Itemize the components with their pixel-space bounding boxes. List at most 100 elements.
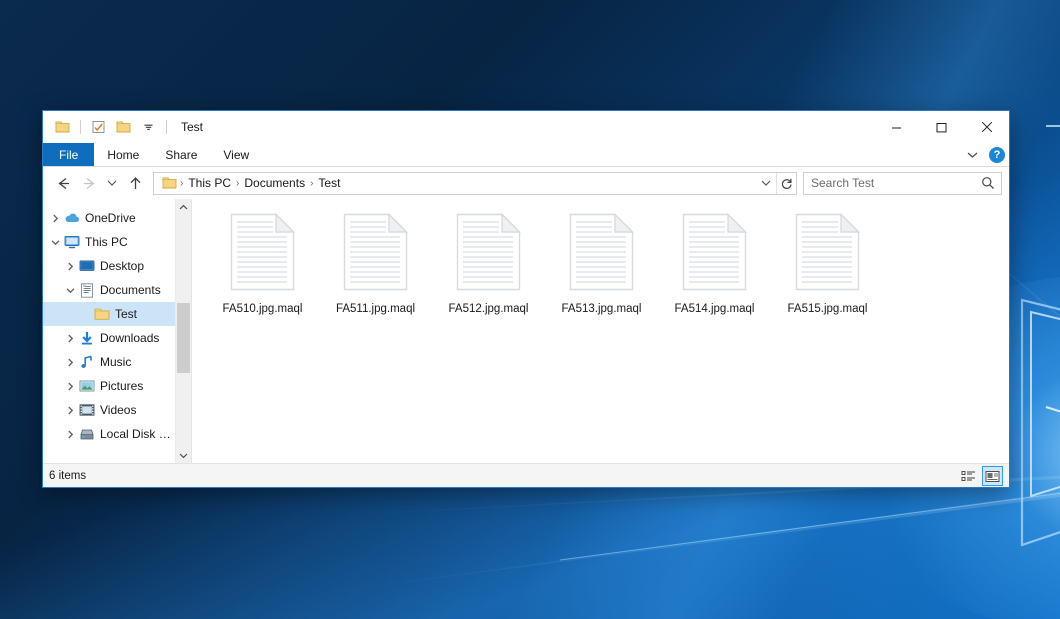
navigation-scrollbar[interactable] (175, 199, 191, 463)
chevron-right-icon[interactable] (62, 374, 78, 398)
search-box[interactable] (803, 172, 1002, 195)
chevron-right-icon[interactable] (62, 398, 78, 422)
pictures-icon (78, 378, 96, 394)
file-item[interactable]: FA510.jpg.maql (206, 209, 319, 331)
file-item[interactable]: FA514.jpg.maql (658, 209, 771, 331)
chevron-right-icon[interactable] (47, 206, 63, 230)
generic-document-icon (682, 213, 747, 296)
drive-icon (78, 426, 96, 442)
breadcrumb-documents[interactable]: Documents (240, 176, 309, 190)
sidebar-item-label: Pictures (100, 379, 143, 393)
recent-locations-button[interactable] (102, 170, 122, 196)
sidebar-item-pictures[interactable]: Pictures (43, 374, 175, 398)
tab-home[interactable]: Home (94, 143, 152, 166)
scroll-up-chevron-up-icon[interactable] (176, 199, 191, 215)
file-item[interactable]: FA511.jpg.maql (319, 209, 432, 331)
download-icon (78, 330, 96, 346)
sidebar-item-label: Desktop (100, 259, 144, 273)
file-item[interactable]: FA512.jpg.maql (432, 209, 545, 331)
status-bar: 6 items (43, 463, 1009, 487)
breadcrumb-test[interactable]: Test (314, 176, 344, 190)
file-name-label: FA511.jpg.maql (336, 303, 415, 315)
file-name-label: FA514.jpg.maql (675, 303, 755, 315)
qat-separator (80, 120, 81, 134)
qat-separator-2 (166, 120, 167, 134)
maximize-button[interactable] (919, 111, 964, 143)
file-item[interactable]: FA513.jpg.maql (545, 209, 658, 331)
help-icon[interactable]: ? (989, 147, 1005, 163)
forward-button[interactable] (76, 170, 102, 196)
sidebar-item-label: Videos (100, 403, 136, 417)
sidebar-item-videos[interactable]: Videos (43, 398, 175, 422)
sidebar-item-this-pc[interactable]: This PC (43, 230, 175, 254)
item-count-label: 6 items (49, 470, 86, 482)
close-button[interactable] (964, 111, 1009, 143)
generic-document-glyph (569, 213, 634, 291)
file-name-label: FA510.jpg.maql (223, 303, 303, 315)
large-icons-view-button[interactable] (982, 466, 1003, 486)
sidebar-item-label: Documents (100, 283, 161, 297)
tab-share[interactable]: Share (152, 143, 210, 166)
explorer-body: OneDrive This PC Desktop Documents Test Downl… (43, 199, 1009, 463)
tab-file[interactable]: File (43, 143, 94, 166)
back-button[interactable] (50, 170, 76, 196)
file-item[interactable]: FA515.jpg.maql (771, 209, 884, 331)
document-icon (78, 282, 96, 298)
title-bar: Test (43, 111, 1009, 143)
window-title: Test (181, 120, 203, 134)
chevron-right-icon[interactable] (62, 350, 78, 374)
scrollbar-track[interactable] (176, 215, 191, 447)
sidebar-item-label: Downloads (100, 331, 159, 345)
chevron-placeholder (77, 302, 93, 326)
generic-document-icon (230, 213, 295, 296)
ribbon-right-controls: ? (961, 143, 1005, 167)
address-dropdown-chevron-down-icon[interactable] (756, 173, 776, 194)
sidebar-item-onedrive[interactable]: OneDrive (43, 206, 175, 230)
ribbon-expand-chevron-down-icon[interactable] (961, 151, 983, 159)
file-name-label: FA513.jpg.maql (562, 303, 642, 315)
sidebar-item-local-disk-c[interactable]: Local Disk (C:) (43, 422, 175, 446)
file-list-view[interactable]: FA510.jpg.maql FA511.jpg.maql FA512.jpg.… (192, 199, 1009, 463)
refresh-icon[interactable] (776, 173, 796, 194)
videos-icon (78, 402, 96, 418)
file-name-label: FA515.jpg.maql (788, 303, 868, 315)
details-view-button[interactable] (958, 466, 979, 486)
address-bar[interactable]: › This PC › Documents › Test (153, 172, 797, 195)
file-name-label: FA512.jpg.maql (449, 303, 529, 315)
scrollbar-thumb[interactable] (177, 303, 190, 373)
search-icon[interactable] (979, 176, 997, 190)
breadcrumb-this-pc[interactable]: This PC (184, 176, 235, 190)
search-input[interactable] (811, 176, 979, 190)
minimize-button[interactable] (874, 111, 919, 143)
generic-document-icon (343, 213, 408, 296)
breadcrumb: › This PC › Documents › Test (179, 176, 756, 190)
sidebar-item-music[interactable]: Music (43, 350, 175, 374)
quick-access-toolbar: Test (43, 117, 203, 138)
music-icon (78, 354, 96, 370)
sidebar-item-label: Local Disk (C:) (100, 427, 171, 441)
chevron-right-icon[interactable] (62, 254, 78, 278)
scroll-down-chevron-down-icon[interactable] (176, 447, 191, 463)
sidebar-item-desktop[interactable]: Desktop (43, 254, 175, 278)
address-folder-icon (159, 176, 179, 190)
qat-properties-icon[interactable] (88, 117, 109, 138)
qat-folder-icon[interactable] (52, 117, 73, 138)
window-controls (874, 111, 1009, 143)
chevron-down-icon[interactable] (47, 230, 63, 254)
chevron-right-icon[interactable] (62, 326, 78, 350)
generic-document-glyph (343, 213, 408, 291)
file-explorer-window: Test File Home Share View (42, 110, 1010, 488)
sidebar-item-downloads[interactable]: Downloads (43, 326, 175, 350)
folder-icon (93, 306, 111, 322)
sidebar-item-label: This PC (85, 235, 128, 249)
sidebar-item-documents[interactable]: Documents (43, 278, 175, 302)
generic-document-glyph (795, 213, 860, 291)
sidebar-item-test[interactable]: Test (43, 302, 175, 326)
chevron-down-icon[interactable] (62, 278, 78, 302)
up-button[interactable] (122, 170, 148, 196)
qat-customize-dropdown-icon[interactable] (138, 117, 159, 138)
sidebar-item-label: Music (100, 355, 131, 369)
qat-new-folder-icon[interactable] (113, 117, 134, 138)
tab-view[interactable]: View (210, 143, 262, 166)
chevron-right-icon[interactable] (62, 422, 78, 446)
